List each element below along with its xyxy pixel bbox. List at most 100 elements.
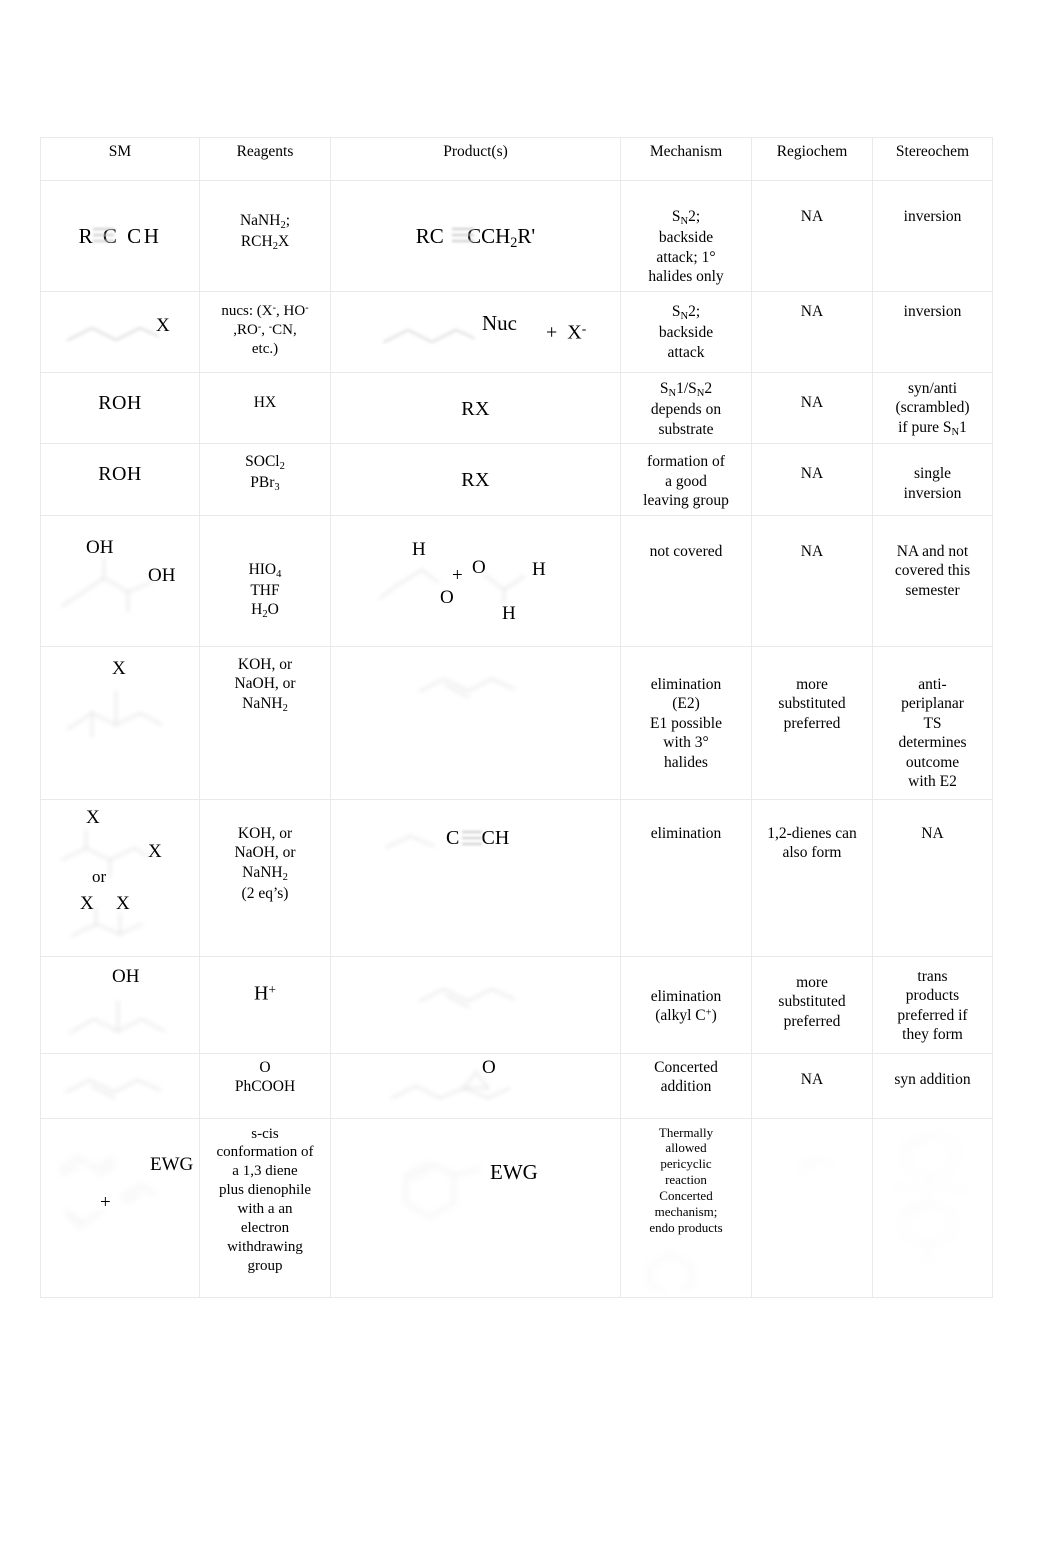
stereochem-line: trans [917,967,948,985]
mechanism-line: Concerted [659,1188,713,1203]
dihalide-skeleton-icon [61,828,149,937]
table-row: X nucs: (X-, HO- ,RO-, -CN, etc.) Nuc + … [40,290,993,373]
reagent-line: O [259,1058,271,1076]
mechanism-line: halides only [648,268,724,286]
stereochem-line: NA and not [896,542,969,560]
cell-mechanism: Thermally allowed pericyclic reaction Co… [620,1117,752,1299]
alkyl-halide-skeleton-icon [67,326,159,341]
cell-regiochem: NA [751,1052,873,1119]
cell-product [330,955,621,1054]
cell-regiochem: more substituted preferred [751,955,873,1054]
reagent-line: a 1,3 diene [232,1163,298,1180]
mechanism-line: attack; 1° [656,248,716,266]
regiochem-value: NA [800,1070,824,1088]
cell-stereochem: syn/anti (scrambled) if pure SN1 [872,371,993,445]
reagent-line: SOCl2 [245,453,285,472]
cell-reagents: H+ [199,955,331,1054]
cell-sm: R C CH [40,180,200,292]
stereochem-value: inversion [903,302,962,320]
cell-stereochem: syn addition [872,1052,993,1119]
mechanism-line: SN1/SN2 [659,379,713,399]
cyclohexene-ring-icon [405,1161,481,1218]
table-row: R C CH NaNH2; RCH2X RC CCH2R' SN2; backs… [40,180,993,292]
reagent-line: H+ [253,981,277,1005]
reagent-line: PBr3 [250,474,280,494]
cell-reagents: HX [199,371,331,445]
mechanism-line: SN2; [671,208,701,227]
stereochem-line: determines [898,734,967,752]
cell-sm: X [40,645,200,800]
regiochem-line: preferred [783,714,841,732]
table-header: SM Reagents Product(s) Mechanism Regioch… [40,137,993,181]
stereochem-line: products [905,987,960,1005]
regiochem-line: more [796,973,828,991]
table-row: X KOH, or NaOH, or NaNH2 elimination (E2… [40,645,993,800]
reaction-summary-table: SM Reagents Product(s) Mechanism Regioch… [40,137,993,1299]
cell-regiochem: NA [751,290,873,373]
table-row: ROH SOCl2 PBr3 RX formation of a good le… [40,443,993,516]
stereochem-line: they form [902,1026,963,1044]
column-header-mechanism: Mechanism [620,137,752,181]
cell-sm: OH [40,955,200,1054]
reagent-line: HX [253,393,277,411]
mechanism-line: elimination [650,824,722,842]
cell-product: H O + O H H [330,514,621,647]
stereochem-value: NA [921,824,944,842]
stereochem-line: preferred if [897,1006,968,1024]
cell-reagents: O PhCOOH [199,1052,331,1119]
mechanism-line: endo products [649,1219,723,1235]
alkyl-halide-skeleton-icon [67,689,163,738]
column-header-reagents: Reagents [199,137,331,181]
cell-regiochem: NA [751,180,873,292]
regiochem-value: NA [800,302,824,320]
table-row: OH H+ elimination (alkyl C+) more substi… [40,955,993,1054]
regiochem-line: substituted [778,993,846,1011]
cell-stereochem: anti- periplanar TS determines outcome w… [872,645,993,800]
cell-regiochem: NA [751,371,873,445]
cell-sm [40,1052,200,1119]
cell-product: RX [330,371,621,445]
mechanism-line: mechanism; [654,1203,718,1219]
reagent-line: NaOH, or [234,844,296,862]
cell-product: O [330,1052,621,1119]
reagent-line: withdrawing [227,1238,303,1255]
stereochem-line: semester [905,581,960,599]
sm-formula-roh: ROH [98,463,142,486]
dialdehyde-skeleton-icon [379,568,525,605]
reagent-line: H2O [251,601,279,621]
diene-dienophile-skeleton-icon [59,1155,157,1230]
stereochem-value: syn addition [894,1070,971,1088]
mechanism-line: leaving group [643,492,729,510]
cell-sm: + EWG [40,1117,200,1299]
cell-sm: ROH [40,371,200,445]
cell-mechanism: elimination [620,798,752,957]
reagent-line: (2 eq’s) [241,884,289,902]
triple-bond-mark-icon [452,228,474,242]
reagent-line: s-cis [251,1125,279,1142]
reagent-line: THF [250,581,280,599]
regiochem-line: preferred [783,1012,841,1030]
mechanism-line: pericyclic [660,1156,712,1172]
column-header-products: Product(s) [330,137,621,181]
mechanism-line: formation of [647,453,725,471]
cell-product [330,645,621,800]
product-label-nuc: Nuc [482,310,517,335]
reagent-line: ,RO-, -CN, [233,321,297,338]
cell-regiochem: NA [751,443,873,516]
cell-product: RC CCH2R' [330,180,621,292]
cell-stereochem: trans products preferred if they form [872,955,993,1054]
cell-mechanism: SN2; backside attack; 1° halides only [620,180,752,292]
regiochem-value: NA [800,208,824,225]
regiochem-value: NA [800,542,824,560]
reagent-line: plus dienophile [218,1182,312,1199]
cell-reagents: KOH, or NaOH, or NaNH2 (2 eq’s) [199,798,331,957]
regiochem-structure-smudge-icon [798,1155,834,1172]
reagent-line: with a an [237,1201,293,1218]
alkyne-skeleton-icon [385,830,482,849]
table-row: ROH HX RX SN1/SN2 depends on substrate N… [40,371,993,445]
cell-mechanism: formation of a good leaving group [620,443,752,516]
regiochem-line: substituted [778,695,846,713]
cell-reagents: HIO4 THF H2O [199,514,331,647]
regiochem-value: NA [800,465,824,483]
column-header-sm: SM [40,137,200,181]
